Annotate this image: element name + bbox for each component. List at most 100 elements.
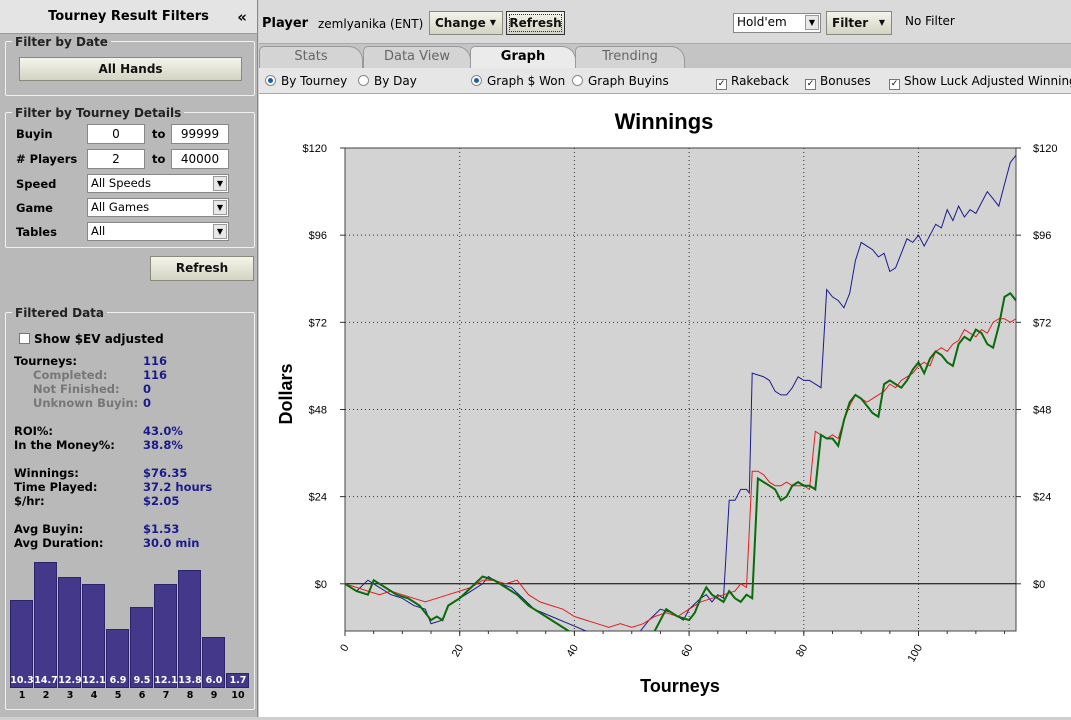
chevron-down-icon[interactable]: ▼ [213, 224, 227, 239]
y-tick-label: $24 [309, 492, 327, 504]
tourneys-label: Tourneys: [14, 354, 78, 368]
x-tick-label: 20 [450, 643, 467, 660]
ev-adjusted-checkbox[interactable]: Show $EV adjusted [19, 332, 164, 346]
winnings-label: Winnings: [14, 466, 79, 480]
checkbox-checked-icon[interactable]: ✓ [716, 79, 727, 90]
histogram-bar [178, 570, 201, 688]
bonuses-label: Bonuses [820, 74, 871, 88]
chevron-down-icon[interactable]: ▼ [213, 176, 227, 191]
tables-select[interactable]: All ▼ [87, 222, 229, 241]
x-tick-label: 40 [564, 643, 581, 660]
all-hands-button[interactable]: All Hands [19, 57, 242, 81]
checkbox-icon[interactable] [19, 333, 30, 344]
filter-by-details-title: Filter by Tourney Details [12, 106, 185, 120]
histogram-value: 10.3 [10, 675, 34, 686]
by-day-label: By Day [374, 74, 417, 88]
histogram-value: 12.1 [154, 675, 178, 686]
histogram-bar [34, 562, 57, 688]
histogram-value: 12.1 [82, 675, 106, 686]
histogram-label: 5 [114, 690, 122, 701]
not-finished-label: Not Finished: [33, 382, 120, 396]
histogram-value: 6.9 [109, 675, 127, 686]
y-tick-label-right: $72 [1033, 317, 1051, 329]
graph-won-radio[interactable]: Graph $ Won [471, 74, 565, 88]
tab-trending[interactable]: Trending [575, 46, 685, 68]
game-select-value: All Games [91, 200, 150, 214]
game-select[interactable]: All Games ▼ [87, 198, 229, 217]
x-axis-label: Tourneys [640, 676, 720, 696]
histogram-bar [154, 584, 177, 688]
buyin-min-input[interactable]: 0 [87, 124, 145, 144]
game-type-select[interactable]: Hold'em ▼ [733, 13, 821, 33]
tourneys-value: 116 [143, 354, 168, 368]
chevron-down-icon[interactable]: ▼ [213, 200, 227, 215]
toolbar-refresh-button[interactable]: Refresh [506, 11, 565, 35]
tab-graph[interactable]: Graph [470, 46, 576, 68]
radio-icon[interactable] [358, 75, 369, 86]
histogram-value: 1.7 [229, 675, 247, 686]
y-tick-label: $120 [303, 143, 327, 155]
filter-panel: Tourney Result Filters « Filter by Date … [0, 0, 258, 717]
itm-value: 38.8% [143, 438, 183, 452]
not-finished-value: 0 [143, 382, 152, 396]
y-tick-label: $48 [309, 404, 327, 416]
by-day-radio[interactable]: By Day [358, 74, 417, 88]
graph-options-bar: By Tourney By Day Graph $ Won Graph Buyi… [259, 68, 1071, 94]
time-played-value: 37.2 hours [143, 480, 213, 494]
per-hour-label: $/hr: [14, 494, 45, 508]
winnings-chart-area: Winnings Tourneys Dollars $0 $0 $24 $24 $48 $… [259, 94, 1071, 717]
player-name: zemlyanika (ENT) [318, 17, 424, 31]
filter-by-details-group: Filter by Tourney Details Buyin 0 to 999… [5, 106, 255, 248]
completed-value: 116 [143, 368, 168, 382]
rakeback-checkbox[interactable]: ✓ Rakeback [716, 74, 789, 90]
avg-duration-label: Avg Duration: [14, 536, 104, 550]
graph-buyins-radio[interactable]: Graph Buyins [572, 74, 669, 88]
speed-label: Speed [16, 177, 57, 191]
filtered-data-title: Filtered Data [12, 306, 108, 320]
by-tourney-radio[interactable]: By Tourney [265, 74, 347, 88]
change-player-label: Change [435, 16, 486, 30]
histogram-bar [58, 577, 81, 688]
filter-button[interactable]: Filter ▼ [826, 11, 892, 35]
graph-won-label: Graph $ Won [487, 74, 566, 88]
radio-selected-icon[interactable] [471, 75, 482, 86]
checkbox-checked-icon[interactable]: ✓ [805, 79, 816, 90]
players-max-input[interactable]: 40000 [171, 149, 229, 169]
y-tick-label-right: $24 [1033, 492, 1051, 504]
buyin-max-input[interactable]: 99999 [171, 124, 229, 144]
completed-label: Completed: [33, 368, 108, 382]
radio-icon[interactable] [572, 75, 583, 86]
filter-status: No Filter [905, 14, 955, 28]
histogram-label: 10 [231, 690, 245, 701]
luck-adjusted-checkbox[interactable]: ✓ Show Luck Adjusted Winnings [889, 74, 1071, 90]
change-player-button[interactable]: Change ▼ [429, 11, 503, 35]
sidebar-refresh-button[interactable]: Refresh [150, 256, 254, 281]
collapse-icon[interactable]: « [237, 0, 247, 34]
tables-select-value: All [91, 224, 106, 238]
chevron-down-icon[interactable]: ▼ [805, 15, 819, 30]
histogram-label: 6 [138, 690, 146, 701]
game-type-value: Hold'em [737, 15, 787, 29]
players-min-input[interactable]: 2 [87, 149, 145, 169]
histogram-bar [82, 584, 105, 688]
winnings-value: $76.35 [143, 466, 188, 480]
itm-label: In the Money%: [14, 438, 115, 452]
to-label: to [152, 127, 166, 141]
histogram-label: 9 [210, 690, 218, 701]
tab-data-view[interactable]: Data View [363, 46, 471, 68]
tab-stats[interactable]: Stats [259, 46, 363, 68]
time-played-label: Time Played: [14, 480, 98, 494]
checkbox-checked-icon[interactable]: ✓ [889, 79, 900, 90]
player-label: Player [262, 16, 309, 31]
speed-select[interactable]: All Speeds ▼ [87, 174, 229, 193]
bonuses-checkbox[interactable]: ✓ Bonuses [805, 74, 871, 90]
to-label: to [152, 152, 166, 166]
player-toolbar: Player zemlyanika (ENT) Change ▼ Refresh … [259, 0, 1071, 44]
radio-selected-icon[interactable] [265, 75, 276, 86]
histogram-value: 12.9 [58, 675, 82, 686]
avg-duration-value: 30.0 min [143, 536, 200, 550]
y-tick-label-right: $96 [1033, 230, 1051, 242]
ev-adjusted-label: Show $EV adjusted [34, 332, 164, 346]
avg-buyin-label: Avg Buyin: [14, 522, 84, 536]
histogram-label: 8 [186, 690, 194, 701]
